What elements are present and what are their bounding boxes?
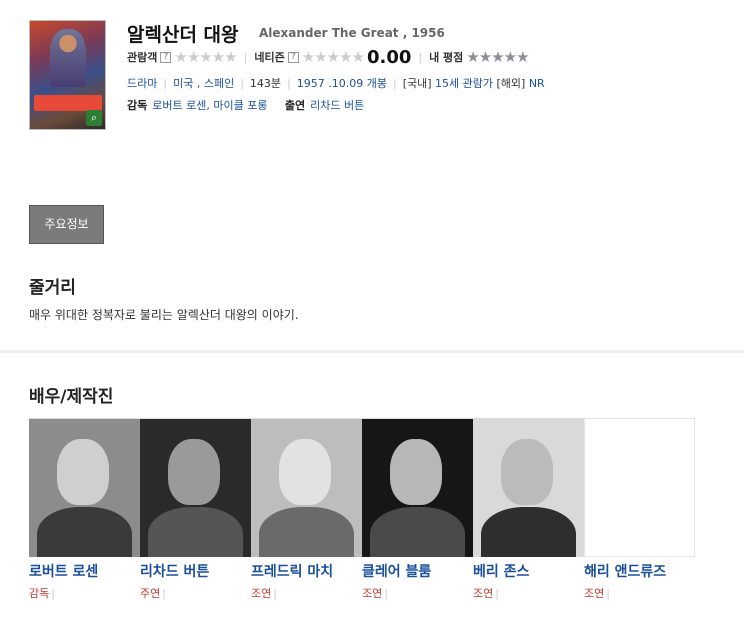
netizen-stars: ★★★★★ [301, 48, 365, 66]
cast-card[interactable]: 로버트 로센 감독 | [29, 418, 140, 601]
genre-link[interactable]: 드라마 [127, 75, 157, 91]
cast-card[interactable]: 프레드릭 마치 조연 | [251, 418, 362, 601]
cast-role: 조연 [584, 587, 605, 600]
rating-intl-link[interactable]: NR [529, 77, 545, 90]
netizen-rating-label: 네티즌 [254, 51, 285, 64]
audience-rating-label: 관람객 [127, 51, 158, 64]
cast-role: 조연 [251, 587, 272, 600]
tab-main-info[interactable]: 주요정보 [29, 205, 104, 244]
director-label: 감독 [127, 99, 148, 112]
cast-label: 출연 [284, 99, 306, 112]
rating-intl-prefix: [해외] [496, 77, 526, 90]
cast-name[interactable]: 리차드 버튼 [140, 561, 251, 581]
cast-name[interactable]: 베리 존스 [473, 561, 584, 581]
section-divider [0, 350, 744, 353]
netizen-score: 0.00 [366, 46, 412, 68]
poster-title-art [34, 95, 102, 111]
cast-heading: 배우/제작진 [29, 387, 114, 407]
runtime: 143분 [249, 77, 282, 90]
cast-photo[interactable] [473, 418, 584, 557]
cast-photo[interactable] [362, 418, 473, 557]
cast-photo-empty[interactable] [584, 418, 695, 557]
cast-card[interactable]: 베리 존스 조연 | [473, 418, 584, 601]
cast-photo[interactable] [140, 418, 251, 557]
cast-list: 로버트 로센 감독 | 리차드 버튼 주연 | 프레드릭 마치 조연 | 클레어 블룸… [29, 418, 695, 601]
help-icon[interactable]: ? [160, 51, 172, 63]
movie-title-english: Alexander The Great , 1956 [259, 26, 445, 40]
search-icon[interactable]: ⌕ [86, 110, 102, 126]
synopsis-heading: 줄거리 [29, 278, 76, 298]
movie-title: 알렉산더 대왕 [127, 24, 239, 46]
cast-role: 주연 [140, 587, 161, 600]
rating-kr-prefix: [국내] [402, 77, 432, 90]
cast-card[interactable]: 클레어 블룸 조연 | [362, 418, 473, 601]
cast-name[interactable]: 클레어 블룸 [362, 561, 473, 581]
director-link[interactable]: 로버트 로센, 마이클 포롱 [152, 99, 267, 112]
poster-art [50, 29, 86, 87]
audience-stars: ★★★★★ [174, 48, 237, 66]
cast-name[interactable]: 해리 앤드류즈 [584, 561, 695, 581]
rating-kr-link[interactable]: 15세 관람가 [435, 75, 493, 91]
cast-photo[interactable] [29, 418, 140, 557]
release-date-link[interactable]: 1957 .10.09 개봉 [297, 75, 387, 91]
cast-link[interactable]: 리차드 버튼 [310, 99, 364, 112]
cast-role: 감독 [29, 587, 50, 600]
cast-name[interactable]: 프레드릭 마치 [251, 561, 362, 581]
movie-poster[interactable]: ⌕ [29, 20, 106, 130]
my-rating-stars[interactable]: ★★★★★ [466, 48, 529, 66]
help-icon[interactable]: ? [287, 51, 299, 63]
movie-meta: 드라마 | 미국 , 스페인 | 143분 | 1957 .10.09 개봉 |… [127, 75, 545, 91]
synopsis-text: 매우 위대한 정복자로 불리는 알렉산더 대왕의 이야기. [29, 308, 299, 322]
cast-role: 조연 [362, 587, 383, 600]
cast-card[interactable]: 리차드 버튼 주연 | [140, 418, 251, 601]
my-rating-label: 내 평점 [429, 51, 464, 64]
cast-name[interactable]: 로버트 로센 [29, 561, 140, 581]
country-link[interactable]: 미국 , 스페인 [173, 75, 234, 91]
rating-row: 관람객 ? ★★★★★ | 네티즌 ? ★★★★★ 0.00 | 내 평점 ★★… [127, 46, 530, 68]
cast-card[interactable]: 해리 앤드류즈 조연 | [584, 418, 695, 601]
cast-role: 조연 [473, 587, 494, 600]
cast-photo[interactable] [251, 418, 362, 557]
credits-row: 감독 로버트 로센, 마이클 포롱 출연 리차드 버튼 [127, 97, 364, 113]
